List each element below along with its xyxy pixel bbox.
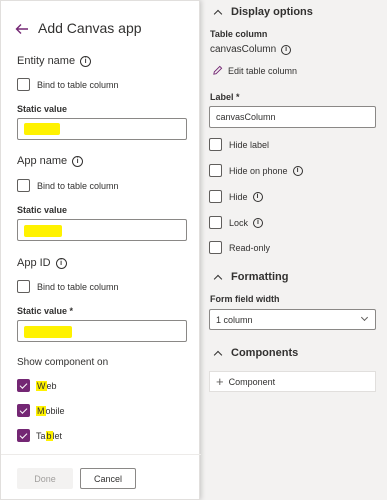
checkbox-box[interactable] — [209, 216, 222, 229]
chevron-down-icon — [360, 313, 369, 322]
info-icon[interactable]: i — [55, 257, 67, 269]
footer-divider — [1, 454, 201, 455]
app-name-static-value-input[interactable] — [17, 219, 187, 241]
hide-label-checkbox[interactable]: Hide label — [209, 138, 269, 151]
mobile-checkbox[interactable]: Mobile — [17, 404, 65, 417]
redaction-highlight — [24, 225, 62, 237]
add-canvas-app-panel: Add Canvas app Entity name i Bind to tab… — [0, 0, 201, 500]
checkbox-checked[interactable] — [17, 379, 30, 392]
redaction-highlight — [24, 326, 72, 338]
entity-static-value-input[interactable] — [17, 118, 187, 140]
panel-title: Add Canvas app — [38, 20, 142, 36]
show-component-on-title: Show component on — [17, 357, 109, 368]
read-only-checkbox[interactable]: Read-only — [209, 241, 270, 254]
checkbox-box[interactable] — [209, 241, 222, 254]
checkbox-label: Lock — [229, 217, 249, 228]
components-header[interactable]: Components — [212, 347, 298, 359]
checkbox-label: Bind to table column — [37, 79, 119, 90]
table-column-label: Table column — [210, 29, 268, 39]
display-options-title: Display options — [231, 6, 313, 18]
checkbox-label-highlight: M — [36, 405, 46, 416]
app-name-title-row: App name i — [17, 155, 84, 167]
checkbox-label-rest: obile — [45, 405, 65, 416]
hide-on-phone-checkbox[interactable]: Hide on phone i — [209, 164, 303, 177]
checkbox-label-rest: eb — [46, 380, 57, 391]
checkbox-label-rest: let — [52, 430, 63, 441]
label-input[interactable]: canvasColumn — [209, 106, 376, 128]
info-icon[interactable]: i — [292, 165, 303, 176]
checkbox-label: Bind to table column — [37, 281, 119, 292]
properties-pane: Display options Table column canvasColum… — [200, 0, 387, 500]
chevron-up-icon — [213, 350, 223, 359]
edit-table-column-link[interactable]: Edit table column — [212, 65, 297, 76]
info-icon[interactable]: i — [281, 44, 292, 55]
info-icon[interactable]: i — [72, 155, 84, 167]
checkbox-box[interactable] — [209, 190, 222, 203]
display-options-header[interactable]: Display options — [212, 6, 313, 18]
label-input-value: canvasColumn — [216, 112, 276, 122]
info-icon[interactable]: i — [253, 217, 264, 228]
app-name-title: App name — [17, 155, 68, 167]
checkmark-icon — [19, 405, 28, 414]
checkmark-icon — [19, 380, 28, 389]
form-field-width-select[interactable]: 1 column — [209, 309, 376, 330]
pencil-icon — [213, 65, 223, 75]
app-id-title: App ID — [17, 257, 51, 269]
checkbox-label: Hide on phone — [229, 165, 288, 176]
entity-name-title-row: Entity name i — [17, 55, 92, 67]
lock-checkbox[interactable]: Lock i — [209, 216, 264, 229]
checkbox-box[interactable] — [209, 164, 222, 177]
checkmark-icon — [19, 430, 28, 439]
redaction-highlight — [24, 123, 60, 135]
app-name-bind-checkbox[interactable]: Bind to table column — [17, 179, 119, 192]
back-arrow-icon[interactable] — [15, 23, 29, 35]
form-field-width-value: 1 column — [216, 314, 253, 325]
web-checkbox[interactable]: Web — [17, 379, 57, 392]
app-name-static-value-label: Static value — [17, 205, 68, 215]
checkbox-label-pre: Ta — [36, 430, 46, 441]
add-component-label: Component — [228, 376, 276, 387]
checkbox-label: Bind to table column — [37, 180, 119, 191]
plus-icon: + — [216, 374, 224, 389]
app-id-bind-checkbox[interactable]: Bind to table column — [17, 280, 119, 293]
entity-bind-checkbox[interactable]: Bind to table column — [17, 78, 119, 91]
table-column-value-row: canvasColumn i — [210, 44, 292, 55]
components-title: Components — [231, 347, 299, 359]
app-id-static-value-label: Static value * — [17, 306, 74, 316]
app-id-static-value-input[interactable] — [17, 320, 187, 342]
entity-static-value-label: Static value — [17, 104, 68, 114]
tablet-checkbox[interactable]: Ta b let — [17, 429, 62, 442]
checkbox-checked[interactable] — [17, 404, 30, 417]
form-field-width-label: Form field width — [210, 294, 280, 304]
chevron-up-icon — [213, 274, 223, 283]
hide-checkbox[interactable]: Hide i — [209, 190, 263, 203]
info-icon[interactable]: i — [252, 191, 263, 202]
checkbox-checked[interactable] — [17, 429, 30, 442]
label-field-label: Label * — [210, 92, 240, 102]
checkbox-label: Hide label — [229, 139, 270, 150]
checkbox-box[interactable] — [17, 78, 30, 91]
done-button[interactable]: Done — [17, 468, 73, 489]
checkbox-label: Read-only — [229, 242, 271, 253]
chevron-up-icon — [213, 9, 223, 18]
checkbox-label: Hide — [229, 191, 248, 202]
checkbox-box[interactable] — [17, 280, 30, 293]
formatting-title: Formatting — [231, 271, 289, 283]
entity-name-title: Entity name — [17, 55, 76, 67]
checkbox-box[interactable] — [209, 138, 222, 151]
formatting-header[interactable]: Formatting — [212, 271, 288, 283]
add-component-button[interactable]: + Component — [209, 371, 376, 392]
info-icon[interactable]: i — [80, 55, 92, 67]
edit-table-column-text: Edit table column — [228, 65, 298, 76]
checkbox-label-highlight: b — [45, 430, 53, 441]
checkbox-label-highlight: W — [36, 380, 47, 391]
checkbox-box[interactable] — [17, 179, 30, 192]
table-column-value: canvasColumn — [210, 44, 277, 55]
cancel-button[interactable]: Cancel — [80, 468, 136, 489]
app-id-title-row: App ID i — [17, 257, 67, 269]
